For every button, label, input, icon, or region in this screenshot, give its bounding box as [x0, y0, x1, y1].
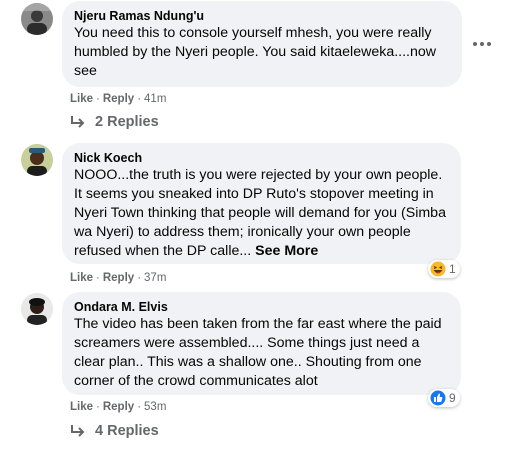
dot-icon: [473, 42, 477, 46]
avatar[interactable]: [21, 293, 53, 325]
comment-time[interactable]: 41m: [144, 93, 166, 105]
comment-author[interactable]: Ondara M. Elvis: [74, 299, 449, 315]
comment-actions: Like · Reply · 37m: [70, 272, 167, 284]
haha-emoji-icon: [430, 261, 446, 277]
reply-link[interactable]: Reply: [103, 401, 134, 413]
reply-link[interactable]: Reply: [103, 272, 134, 284]
reaction-count: 9: [449, 391, 456, 405]
comment-text: You need this to console yourself mhesh,…: [74, 25, 437, 79]
reply-arrow-icon: [71, 116, 85, 128]
reply-arrow-icon: [71, 425, 85, 437]
comment-time[interactable]: 37m: [144, 272, 166, 284]
avatar[interactable]: [21, 3, 53, 35]
comment-bubble: Njeru Ramas Ndung'u You need this to con…: [62, 1, 462, 87]
view-replies-button[interactable]: 4 Replies: [70, 422, 159, 440]
comment-author[interactable]: Nick Koech: [74, 150, 449, 166]
comment-actions: Like · Reply · 53m: [70, 401, 167, 413]
reply-link[interactable]: Reply: [103, 93, 134, 105]
like-link[interactable]: Like: [70, 272, 93, 284]
comment-actions: Like · Reply · 41m: [70, 93, 167, 105]
comment-bubble: Nick Koech NOOO...the truth is you were …: [62, 143, 461, 264]
see-more-link[interactable]: See More: [255, 243, 318, 259]
replies-count: 4 Replies: [95, 423, 159, 439]
comment-bubble: Ondara M. Elvis The video has been taken…: [62, 292, 461, 395]
avatar[interactable]: [21, 144, 53, 176]
more-options-button[interactable]: [472, 37, 492, 51]
comment-time[interactable]: 53m: [144, 401, 166, 413]
comment-text: The video has been taken from the far ea…: [74, 316, 442, 389]
like-link[interactable]: Like: [70, 93, 93, 105]
reaction-count: 1: [449, 262, 456, 276]
view-replies-button[interactable]: 2 Replies: [70, 113, 159, 131]
reaction-summary[interactable]: 9: [428, 389, 460, 407]
replies-count: 2 Replies: [95, 114, 159, 130]
reaction-summary[interactable]: 1: [428, 260, 460, 278]
dot-icon: [487, 42, 491, 46]
thumbs-up-icon: [430, 390, 446, 406]
comment-author[interactable]: Njeru Ramas Ndung'u: [74, 8, 450, 24]
dot-icon: [480, 42, 484, 46]
like-link[interactable]: Like: [70, 401, 93, 413]
comment-text: NOOO...the truth is you were rejected by…: [74, 166, 449, 261]
